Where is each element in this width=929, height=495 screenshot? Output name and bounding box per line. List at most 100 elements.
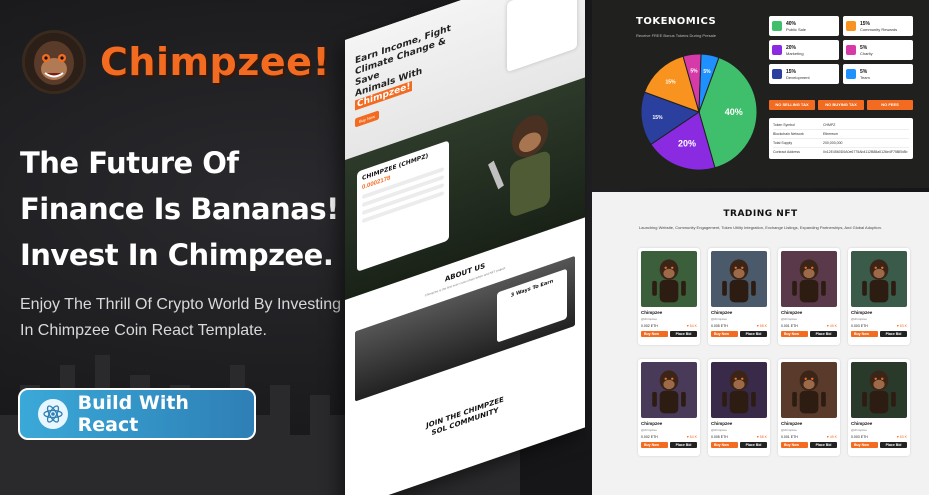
legend-name: Development: [786, 74, 810, 80]
legend-swatch: [772, 45, 782, 55]
nft-card[interactable]: Chimpzee @chimpzee 0.002 ETH ♥ 54 K Buy N…: [638, 248, 700, 345]
info-value: CHMPZ: [823, 123, 836, 127]
tokenomics-subtitle: Receive FREE Bonus Tokens During Presale: [636, 33, 716, 38]
nft-likes: ♥ 54 K: [686, 435, 697, 439]
build-with-react-button[interactable]: Build With React: [18, 388, 256, 440]
nft-card[interactable]: Chimpzee @chimpzee 0.002 ETH ♥ 54 K Buy N…: [638, 359, 700, 456]
nft-price: 0.003 ETH: [851, 324, 868, 328]
tokenomics-panel: TOKENOMICS Receive FREE Bonus Tokens Dur…: [592, 0, 929, 188]
nft-name: Chimpzee: [711, 421, 733, 426]
trading-nft-panel: TRADING NFT Launching Website, Community…: [592, 192, 929, 495]
buy-now-button[interactable]: Buy Now: [781, 442, 808, 448]
legend-name: Charity: [860, 50, 873, 56]
headline-line: Invest In Chimpzee.: [20, 238, 334, 272]
nft-artwork: [851, 362, 907, 418]
nft-price: 0.001 ETH: [781, 324, 798, 328]
nft-price: 0.001 ETH: [781, 435, 798, 439]
preview-buy-card: [507, 0, 577, 73]
info-value: Ethereum: [823, 132, 839, 136]
nft-owner: @chimpzee: [711, 317, 727, 321]
nft-card[interactable]: Chimpzee @chimpzee 0.005 ETH ♥ 58 K Buy N…: [708, 359, 770, 456]
place-bid-button[interactable]: Place Bid: [810, 331, 837, 337]
legend-name: Marketing: [786, 50, 804, 56]
nft-card[interactable]: Chimpzee @chimpzee 0.005 ETH ♥ 58 K Buy N…: [708, 248, 770, 345]
nft-artwork: [641, 362, 697, 418]
headline-line: Finance Is Bananas!: [20, 192, 339, 226]
legend-item: 15% Community Rewards: [843, 16, 913, 36]
tax-badge: NO SELLING TAX: [769, 100, 815, 110]
nft-artwork: [641, 251, 697, 307]
nft-grid: Chimpzee @chimpzee 0.002 ETH ♥ 54 K Buy N…: [638, 248, 910, 456]
legend-name: Public Sale: [786, 26, 807, 32]
buy-now-button[interactable]: Buy Now: [851, 442, 878, 448]
nft-owner: @chimpzee: [711, 428, 727, 432]
nft-artwork: [711, 251, 767, 307]
nft-likes: ♥ 58 K: [756, 324, 767, 328]
buy-now-button[interactable]: Buy Now: [641, 331, 668, 337]
legend-swatch: [846, 69, 856, 79]
nft-owner: @chimpzee: [781, 317, 797, 321]
place-bid-button[interactable]: Place Bid: [670, 331, 697, 337]
ways-box: 3 Ways To Earn: [497, 268, 567, 343]
chimp-face-icon: [22, 30, 86, 94]
tax-badge: NO FEES: [867, 100, 913, 110]
nft-card[interactable]: Chimpzee @chimpzee 0.003 ETH ♥ 53 K Buy N…: [848, 248, 910, 345]
brand-name: Chimpzee!: [100, 40, 331, 84]
place-bid-button[interactable]: Place Bid: [740, 331, 767, 337]
info-key: Blockchain Network: [773, 132, 804, 136]
nft-owner: @chimpzee: [851, 428, 867, 432]
buy-now-button[interactable]: Buy Now: [711, 442, 738, 448]
nft-price: 0.002 ETH: [641, 435, 658, 439]
preview-buy-button[interactable]: Buy Now: [355, 110, 380, 128]
tax-badges: NO SELLING TAX NO BUYING TAX NO FEES: [769, 100, 913, 110]
buy-now-button[interactable]: Buy Now: [781, 331, 808, 337]
buy-now-button[interactable]: Buy Now: [851, 331, 878, 337]
legend-item: 20% Marketing: [769, 40, 839, 60]
chimp-soldier-illustration: [488, 115, 550, 216]
react-atom-icon: [38, 399, 68, 429]
nft-artwork: [781, 362, 837, 418]
nft-owner: @chimpzee: [851, 317, 867, 321]
nft-likes: ♥ 58 K: [756, 435, 767, 439]
headline-line: The Future Of: [20, 146, 239, 180]
nft-name: Chimpzee: [641, 421, 663, 426]
nft-likes: ♥ 49 K: [826, 324, 837, 328]
token-info-row: Total Supply 200,000,000: [773, 139, 909, 148]
preview-hero-title: Earn Income, Fight Climate Change & Save…: [355, 23, 451, 111]
buy-now-button[interactable]: Buy Now: [641, 442, 668, 448]
brand-header: Chimpzee!: [22, 30, 330, 94]
token-info-row: Blockchain Network Ethereum: [773, 130, 909, 139]
token-info-row: Contract Address 0x12E4560D0A0e6775Ab4112…: [773, 148, 909, 156]
legend-item: 5% Team: [843, 64, 913, 84]
place-bid-button[interactable]: Place Bid: [810, 442, 837, 448]
legend-swatch: [772, 69, 782, 79]
info-key: Total Supply: [773, 141, 793, 145]
nft-card[interactable]: Chimpzee @chimpzee 0.003 ETH ♥ 53 K Buy N…: [848, 359, 910, 456]
place-bid-button[interactable]: Place Bid: [880, 331, 907, 337]
nft-artwork: [711, 362, 767, 418]
pie-slice-label: 5%: [690, 69, 698, 75]
nft-card[interactable]: Chimpzee @chimpzee 0.001 ETH ♥ 49 K Buy N…: [778, 359, 840, 456]
place-bid-button[interactable]: Place Bid: [740, 442, 767, 448]
token-info-table: Token Symbol CHMPZ Blockchain Network Ether…: [769, 118, 913, 159]
info-value: 0x12E4560D0A0e6775Ab4112B88a0126e4F75BEb…: [823, 150, 908, 154]
buy-now-button[interactable]: Buy Now: [711, 331, 738, 337]
pie-slice-label: 20%: [678, 139, 696, 149]
legend-swatch: [772, 21, 782, 31]
legend-item: 40% Public Sale: [769, 16, 839, 36]
subtext-line: In Chimpzee Coin React Template.: [20, 322, 267, 339]
nft-price: 0.002 ETH: [641, 324, 658, 328]
preview-presale-card: CHIMPZEE (CHMPZ) 0.0002178: [357, 140, 449, 272]
nft-owner: @chimpzee: [641, 317, 657, 321]
tax-badge: NO BUYING TAX: [818, 100, 864, 110]
nft-card[interactable]: Chimpzee @chimpzee 0.001 ETH ♥ 49 K Buy N…: [778, 248, 840, 345]
nft-price: 0.005 ETH: [711, 435, 728, 439]
nft-likes: ♥ 54 K: [686, 324, 697, 328]
pie-slice-label: 5%: [703, 69, 711, 75]
info-key: Token Symbol: [773, 123, 795, 127]
place-bid-button[interactable]: Place Bid: [880, 442, 907, 448]
nft-artwork: [781, 251, 837, 307]
place-bid-button[interactable]: Place Bid: [670, 442, 697, 448]
nft-subtitle: Launching Website, Community Engagement,…: [639, 225, 882, 230]
legend-name: Community Rewards: [860, 26, 898, 32]
